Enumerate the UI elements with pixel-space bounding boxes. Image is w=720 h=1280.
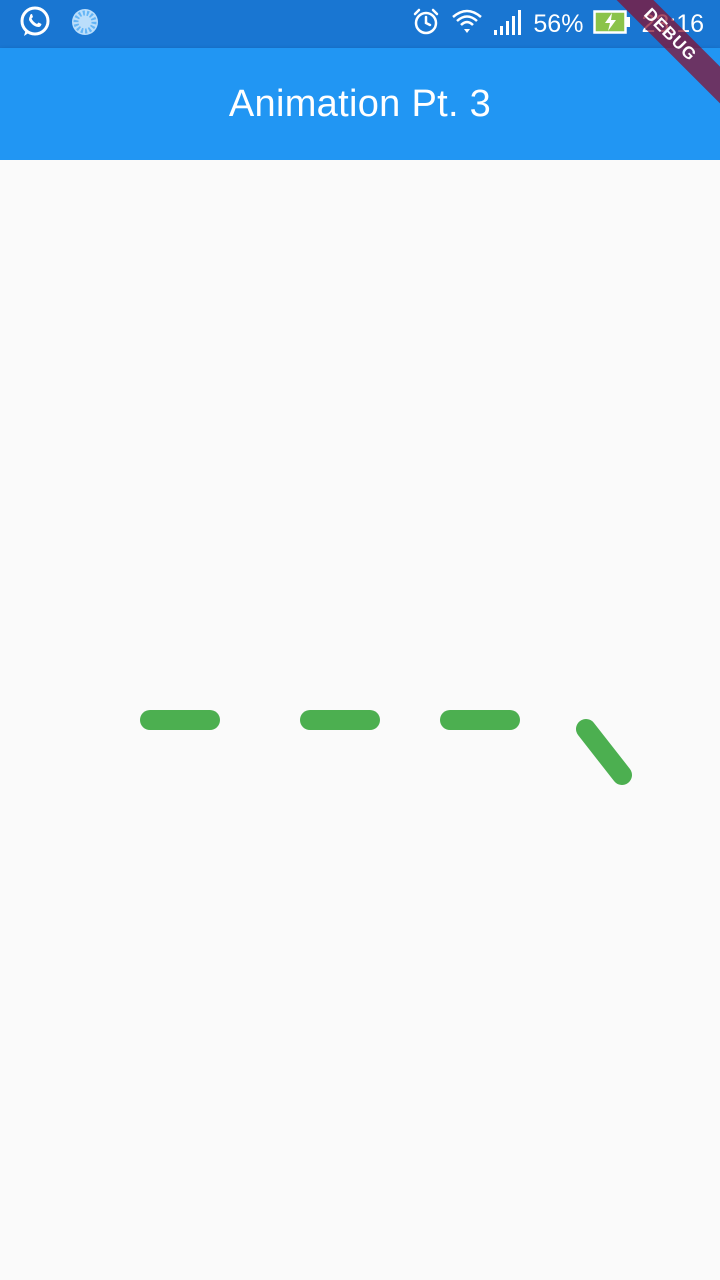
animation-segment-4 [576,719,632,785]
loading-animation [140,710,632,785]
screen: 56% 23:16 Animation Pt. 3 DEBUG [0,0,720,1280]
